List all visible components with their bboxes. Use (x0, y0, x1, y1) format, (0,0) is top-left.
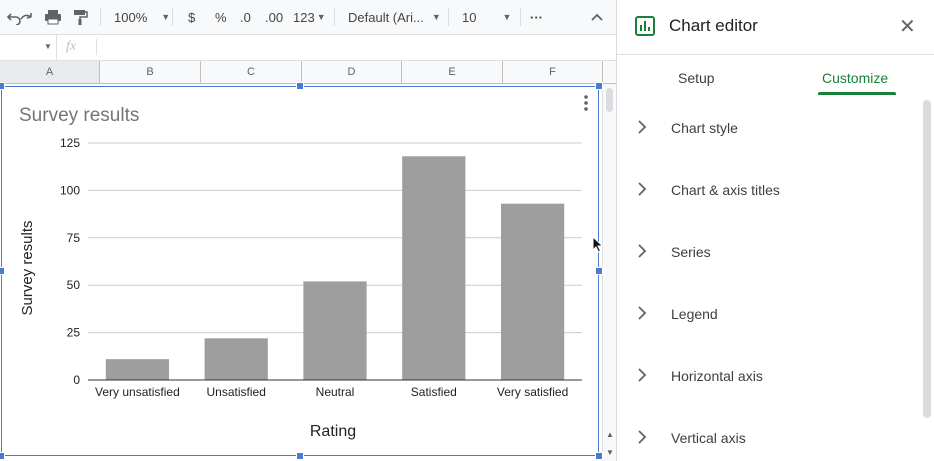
sheet-scrollbar-thumb[interactable] (606, 88, 613, 112)
bar[interactable] (500, 203, 565, 380)
close-icon[interactable]: ✕ (899, 14, 916, 39)
y-axis-title: Survey results (19, 220, 36, 315)
chevron-right-icon (637, 181, 651, 199)
bar[interactable] (105, 359, 170, 380)
chevron-right-icon (637, 367, 651, 385)
chart-menu-icon[interactable] (584, 95, 588, 111)
name-box[interactable]: ▼ (0, 35, 57, 60)
resize-handle[interactable] (595, 82, 603, 90)
y-tick-label: 50 (67, 278, 81, 292)
x-tick-label: Very satisfied (497, 385, 568, 399)
section-chart-axis-titles[interactable]: Chart & axis titles (637, 178, 907, 202)
collapse-chevron-icon[interactable] (590, 0, 604, 34)
chevron-down-icon: ▼ (316, 12, 326, 22)
more-icon[interactable]: ··· (530, 0, 543, 34)
bar[interactable] (402, 156, 466, 380)
zoom-select[interactable]: 100% ▼ (114, 0, 170, 34)
y-tick-label: 75 (67, 231, 81, 245)
resize-handle[interactable] (0, 82, 5, 90)
resize-handle[interactable] (595, 267, 603, 275)
chevron-right-icon (637, 305, 651, 323)
increase-decimal-button[interactable]: .00 (265, 0, 283, 34)
panel-scrollbar-thumb[interactable] (923, 100, 931, 418)
chevron-down-icon: ▼ (44, 42, 52, 51)
column-header-e[interactable]: E (402, 61, 503, 83)
section-chart-style[interactable]: Chart style (637, 116, 907, 140)
chevron-down-icon: ▼ (161, 12, 171, 22)
column-headers: A B C D E F (0, 61, 616, 84)
print-icon[interactable] (44, 0, 62, 34)
column-header-c[interactable]: C (201, 61, 302, 83)
resize-handle[interactable] (0, 452, 5, 460)
more-formats-button[interactable]: 123 ▼ (293, 0, 326, 34)
bar[interactable] (204, 338, 268, 380)
bar-chart: Survey results 0 25 50 75 100 125 Very unsatis… (19, 95, 588, 440)
y-tick-label: 0 (73, 373, 80, 387)
y-tick-label: 25 (67, 326, 81, 340)
x-tick-label: Very unsatisfied (95, 385, 180, 399)
formula-bar: ▼ fx (0, 35, 616, 61)
section-legend[interactable]: Legend (637, 302, 907, 326)
column-header-d[interactable]: D (302, 61, 402, 83)
x-tick-label: Neutral (316, 385, 355, 399)
chart-editor-title: Chart editor (669, 16, 758, 35)
zoom-value: 100% (114, 9, 148, 25)
y-tick-label: 125 (60, 136, 80, 150)
scroll-up-icon[interactable]: ▲ (606, 430, 614, 439)
font-select[interactable]: Default (Ari... ▼ (348, 0, 441, 34)
tab-customize[interactable]: Customize (822, 70, 888, 86)
y-tick-label: 100 (60, 183, 80, 197)
tab-active-indicator (818, 92, 896, 95)
percent-button[interactable]: % (215, 0, 227, 34)
resize-handle[interactable] (595, 452, 603, 460)
x-tick-label: Unsatisfied (207, 385, 266, 399)
resize-handle[interactable] (0, 267, 5, 275)
currency-button[interactable]: $ (188, 0, 195, 34)
paint-format-icon[interactable] (72, 0, 88, 34)
redo-icon[interactable] (18, 0, 34, 34)
scroll-down-icon[interactable]: ▼ (606, 448, 614, 457)
x-tick-label: Satisfied (411, 385, 457, 399)
formula-input[interactable] (100, 35, 600, 60)
tab-setup[interactable]: Setup (678, 70, 715, 86)
chart-icon (635, 16, 655, 36)
chevron-right-icon (637, 119, 651, 137)
chart-editor-header: Chart editor ✕ (617, 0, 934, 55)
column-header-a[interactable]: A (0, 61, 100, 83)
chevron-down-icon: ▼ (431, 12, 441, 22)
chevron-right-icon (637, 243, 651, 261)
chart[interactable]: Survey results 0 25 50 75 100 125 Very unsatis… (1, 86, 599, 456)
column-header-b[interactable]: B (100, 61, 201, 83)
section-series[interactable]: Series (637, 240, 907, 264)
toolbar: 100% ▼ $ % .0 .00 123 ▼ Default (Ari... … (0, 0, 616, 35)
resize-handle[interactable] (296, 82, 304, 90)
bar[interactable] (303, 281, 367, 380)
column-header-f[interactable]: F (503, 61, 603, 83)
sheet-scrollbar[interactable]: ▲ ▼ (602, 84, 617, 461)
fx-icon: fx (66, 39, 77, 54)
chart-editor-panel: Chart editor ✕ Setup Customize Chart sty… (616, 0, 934, 461)
section-horizontal-axis[interactable]: Horizontal axis (637, 364, 907, 388)
chevron-down-icon: ▼ (502, 12, 512, 22)
mouse-cursor-icon (592, 236, 604, 253)
resize-handle[interactable] (296, 452, 304, 460)
chevron-right-icon (637, 429, 651, 447)
font-size-select[interactable]: 10 ▼ (462, 0, 511, 34)
decrease-decimal-button[interactable]: .0 (240, 0, 251, 34)
x-axis-title: Rating (310, 423, 356, 440)
section-vertical-axis[interactable]: Vertical axis (637, 426, 907, 450)
chart-title: Survey results (19, 105, 139, 126)
